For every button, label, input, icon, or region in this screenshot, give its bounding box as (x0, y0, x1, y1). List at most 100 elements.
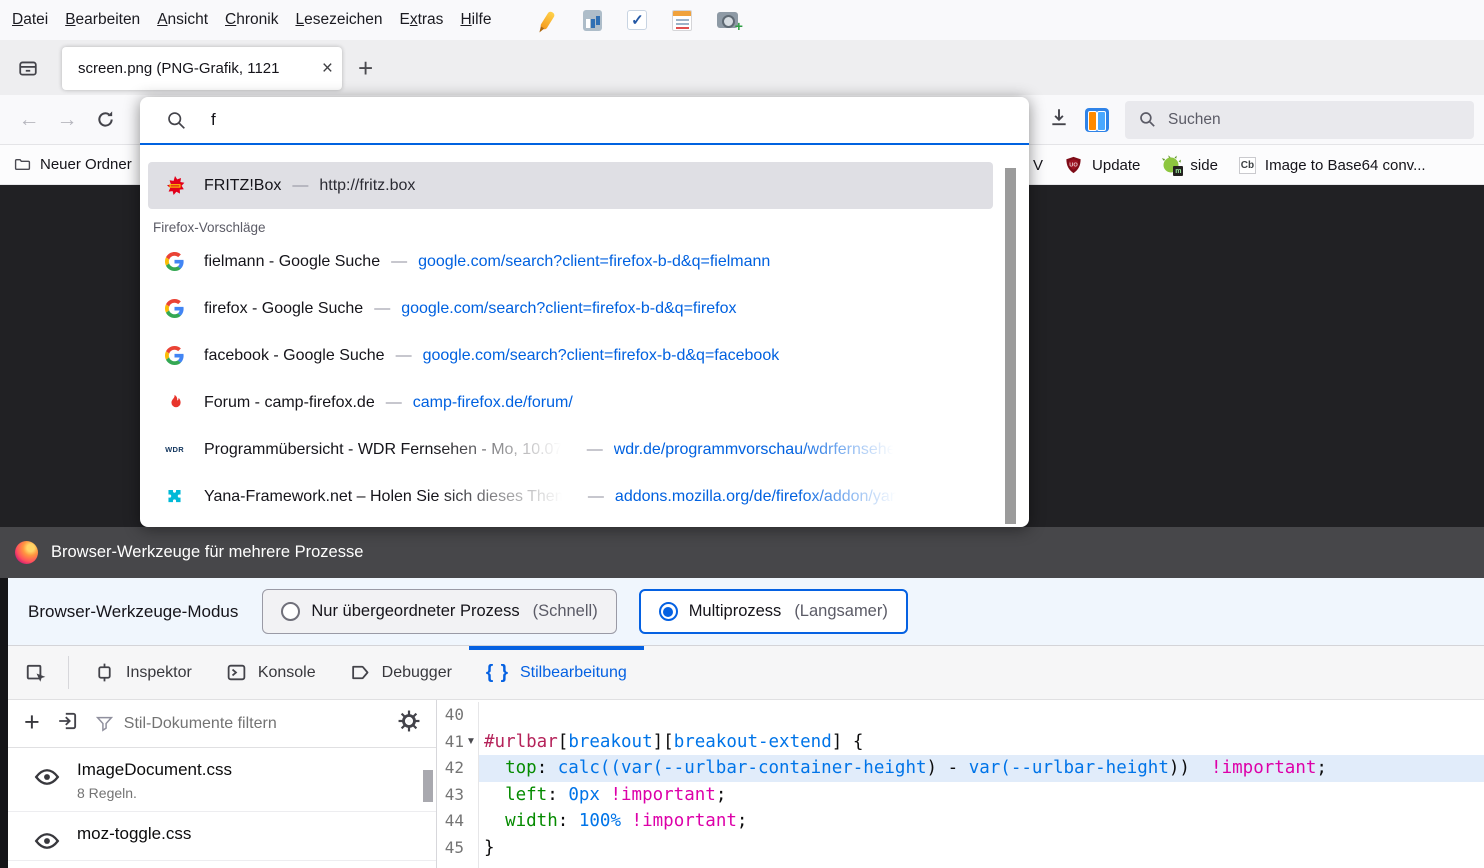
dropdown-scrollbar[interactable] (1005, 168, 1016, 524)
sidebar-scrollbar[interactable] (423, 770, 433, 802)
filter-placeholder: Stil-Dokumente filtern (124, 715, 277, 733)
toolbox-mode-row: Browser-Werkzeuge-Modus Nur übergeordnet… (8, 578, 1484, 646)
stylesheet-name: moz-toggle.css (77, 824, 191, 844)
menu-bar: Datei Bearbeiten Ansicht Chronik Lesezei… (0, 0, 1484, 40)
cb-icon: Cb (1239, 157, 1256, 174)
extension-battery-icon[interactable] (1085, 108, 1109, 132)
console-icon (226, 662, 247, 683)
debugger-icon (350, 662, 371, 683)
menubar-extension-icons: ✓ (536, 9, 738, 31)
tv-schedule-icon[interactable] (671, 9, 693, 31)
urlbar-query: f (211, 110, 216, 130)
archive-box-icon[interactable] (10, 50, 46, 86)
wdr-icon: WDR (165, 445, 184, 454)
tab-stilbearbeitung[interactable]: { } Stilbearbeitung (469, 646, 644, 699)
suggestion-row-camp-firefox[interactable]: Forum - camp-firefox.de — camp-firefox.d… (140, 379, 993, 426)
mode-option-multiprocess[interactable]: Multiprozess (Langsamer) (639, 589, 908, 634)
fritzbox-icon (165, 176, 185, 196)
download-icon[interactable] (1049, 107, 1069, 132)
stats-clipboard-icon[interactable] (581, 9, 603, 31)
devtools-titlebar: Browser-Werkzeuge für mehrere Prozesse (0, 527, 1484, 578)
suggestion-row-firefox[interactable]: firefox - Google Suche — google.com/sear… (140, 285, 993, 332)
close-icon[interactable]: × (322, 59, 333, 78)
menu-item-bearbeiten[interactable]: Bearbeiten (65, 11, 140, 29)
bookmark-update[interactable]: UO Update (1064, 155, 1140, 175)
line-number: 44 (437, 808, 464, 835)
code-line-44[interactable]: 44 width: 100% !important; (437, 808, 1484, 835)
reload-icon[interactable] (86, 110, 124, 129)
suggestion-row-fielmann[interactable]: fielmann - Google Suche — google.com/sea… (140, 238, 993, 285)
bookmark-clipped[interactable]: V (1033, 157, 1043, 174)
tab-konsole[interactable]: Konsole (209, 646, 333, 699)
style-sheet-toolbar: + Stil-Dokumente filtern (8, 700, 436, 748)
urlbar-dropdown: f FRITZ!Box — http://fritz.box Firefox-V… (140, 97, 1029, 527)
node-picker-icon[interactable] (12, 646, 60, 699)
suggestion-row-facebook[interactable]: facebook - Google Suche — google.com/sea… (140, 332, 993, 379)
eye-icon[interactable] (34, 832, 60, 850)
line-number: 43 (437, 782, 464, 809)
menu-item-extras[interactable]: Extras (400, 11, 444, 29)
devtools-left-edge (0, 578, 8, 868)
filter-funnel-icon (96, 715, 113, 732)
browser-tab[interactable]: screen.png (PNG-Grafik, 1121 × (62, 47, 342, 90)
w3c-validator-icon[interactable]: ✓ (626, 9, 648, 31)
forward-icon[interactable]: → (48, 108, 86, 132)
new-stylesheet-icon[interactable]: + (24, 709, 40, 736)
tab-inspektor[interactable]: Inspektor (77, 646, 209, 699)
line-number: 46 (437, 862, 464, 868)
radio-checked-icon (659, 602, 678, 621)
bookmark-side[interactable]: m side (1161, 155, 1218, 175)
bookmark-folder-neuer-ordner[interactable]: Neuer Ordner (14, 156, 132, 173)
stylesheet-name: ImageDocument.css (77, 760, 232, 780)
menu-item-ansicht[interactable]: Ansicht (157, 11, 208, 29)
braces-icon: { } (486, 662, 509, 684)
suggestion-list: FRITZ!Box — http://fritz.box Firefox-Vor… (140, 145, 1029, 520)
style-sheet-sidebar: + Stil-Dokumente filtern (8, 700, 437, 868)
navbar-right-cluster: Suchen (1049, 101, 1474, 139)
code-line-46[interactable]: 46 (437, 862, 1484, 868)
side-creature-icon: m (1161, 155, 1181, 175)
css-source-editor[interactable]: 40 41▼ #urlbar[breakout][breakout-extend… (437, 700, 1484, 868)
menu-item-hilfe[interactable]: Hilfe (460, 11, 491, 29)
highlighter-icon[interactable] (536, 9, 558, 31)
ublock-shield-icon: UO (1064, 155, 1083, 175)
firefox-window: Datei Bearbeiten Ansicht Chronik Lesezei… (0, 0, 1484, 868)
menu-item-datei[interactable]: Datei (12, 11, 48, 29)
fold-marker[interactable]: ▼ (464, 729, 478, 756)
suggestion-row-wdr[interactable]: WDR Programmübersicht - WDR Fernsehen - … (140, 426, 993, 473)
firefox-logo-icon (15, 541, 38, 564)
line-number: 41 (437, 729, 464, 756)
bookmark-base64[interactable]: Cb Image to Base64 conv... (1239, 157, 1426, 174)
menu-item-lesezeichen[interactable]: Lesezeichen (295, 11, 382, 29)
code-line-41[interactable]: 41▼ #urlbar[breakout][breakout-extend] { (437, 729, 1484, 756)
search-icon (1139, 111, 1156, 128)
tab-debugger[interactable]: Debugger (333, 646, 469, 699)
mode-option-parent-process[interactable]: Nur übergeordneter Prozess (Schnell) (262, 589, 616, 634)
stylesheet-item-moz-toggle[interactable]: moz-toggle.css (8, 812, 436, 861)
stylesheet-item-imagedocument[interactable]: ImageDocument.css 8 Regeln. (8, 748, 436, 812)
google-icon (165, 299, 184, 318)
devtools-tab-bar: Inspektor Konsole Debugger { } Stilbearb… (8, 646, 1484, 700)
code-line-43[interactable]: 43 left: 0px !important; (437, 782, 1484, 809)
eye-icon[interactable] (34, 768, 60, 786)
gear-icon[interactable] (398, 710, 420, 737)
code-line-42-active[interactable]: 42 top: calc((var(--urlbar-container-hei… (437, 755, 1484, 782)
suggestion-row-fritzbox[interactable]: FRITZ!Box — http://fritz.box (148, 162, 993, 209)
filter-stylesheets-input[interactable]: Stil-Dokumente filtern (96, 715, 381, 733)
urlbar-input[interactable]: f (140, 97, 1029, 143)
search-input[interactable]: Suchen (1125, 101, 1474, 139)
code-line-45[interactable]: 45 } (437, 835, 1484, 862)
line-number: 42 (437, 755, 464, 782)
folder-icon (14, 156, 31, 173)
puzzle-addon-icon (165, 487, 184, 506)
back-icon[interactable]: ← (10, 108, 48, 132)
code-line-40[interactable]: 40 (437, 702, 1484, 729)
suggestion-row-yana[interactable]: Yana-Framework.net – Holen Sie sich dies… (140, 473, 993, 520)
line-number: 45 (437, 835, 464, 862)
tab-bar: screen.png (PNG-Grafik, 1121 × + (0, 40, 1484, 95)
new-tab-button[interactable]: + (358, 55, 373, 81)
import-stylesheet-icon[interactable] (57, 710, 79, 737)
menu-item-chronik[interactable]: Chronik (225, 11, 278, 29)
google-icon (165, 346, 184, 365)
camera-plus-icon[interactable] (716, 9, 738, 31)
